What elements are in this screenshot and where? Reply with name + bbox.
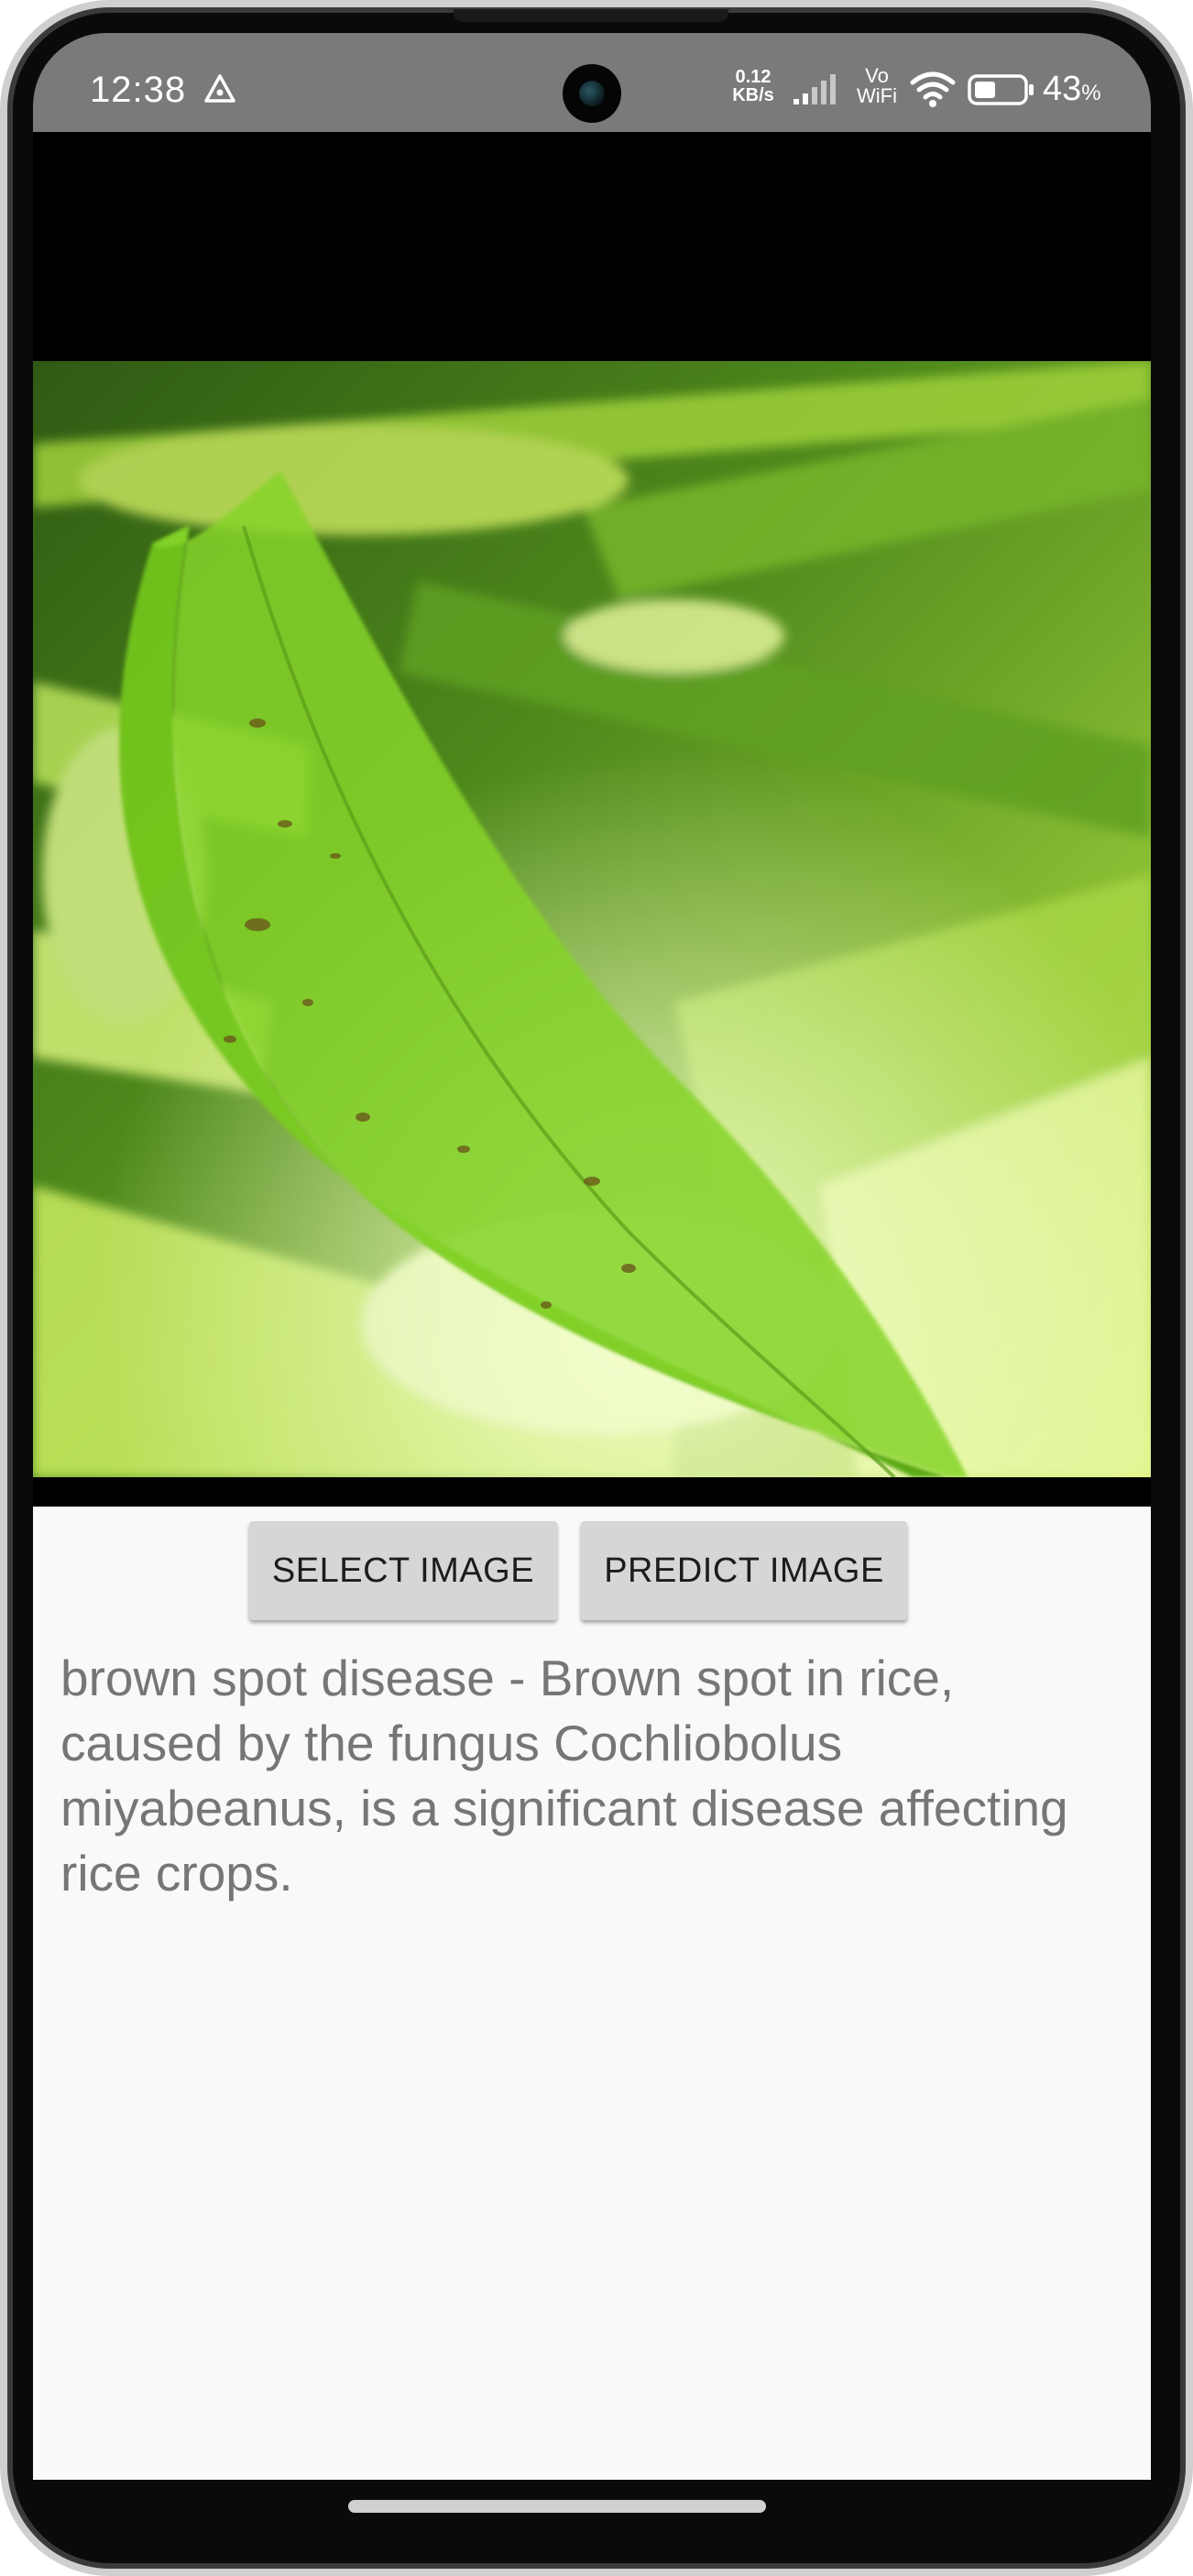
- home-indicator[interactable]: [348, 2500, 766, 2513]
- network-speed: 0.12 KB/s: [726, 68, 781, 104]
- battery-fill: [975, 82, 995, 98]
- screen: 12:38 0.12 KB/s Vo WiFi 43% SELECT IMAGE…: [33, 33, 1151, 2480]
- vowifi-indicator: Vo WiFi: [852, 66, 902, 106]
- action-buttons: SELECT IMAGE PREDICT IMAGE: [33, 1521, 1151, 1622]
- front-camera: [563, 64, 621, 123]
- rice-leaf-photo: [33, 361, 1151, 1477]
- battery-icon: [968, 74, 1034, 105]
- signal-icon: [794, 74, 836, 104]
- battery-percent-value: 43: [1043, 70, 1082, 108]
- content-panel: SELECT IMAGE PREDICT IMAGE brown spot di…: [33, 1507, 1151, 2480]
- device-top-bar: [454, 9, 728, 22]
- battery-percent-sign: %: [1081, 81, 1101, 105]
- vowifi-bottom: WiFi: [857, 84, 897, 107]
- rice-leaf-illustration: [33, 361, 1151, 1477]
- vowifi-top: Vo: [865, 64, 889, 87]
- status-time: 12:38: [90, 70, 187, 110]
- network-speed-value: 0.12: [735, 67, 772, 87]
- battery-percent: 43%: [1043, 70, 1101, 109]
- prediction-result-text: brown spot disease - Brown spot in rice,…: [60, 1650, 1068, 1902]
- status-bar: 12:38 0.12 KB/s Vo WiFi 43%: [33, 33, 1151, 132]
- predict-image-button[interactable]: PREDICT IMAGE: [581, 1521, 907, 1620]
- select-image-button[interactable]: SELECT IMAGE: [249, 1521, 557, 1620]
- camera-lens: [579, 81, 605, 106]
- wifi-icon: [910, 71, 956, 107]
- alert-triangle-icon: [204, 74, 235, 103]
- image-preview-area: [33, 132, 1151, 1477]
- network-speed-unit: KB/s: [732, 85, 774, 105]
